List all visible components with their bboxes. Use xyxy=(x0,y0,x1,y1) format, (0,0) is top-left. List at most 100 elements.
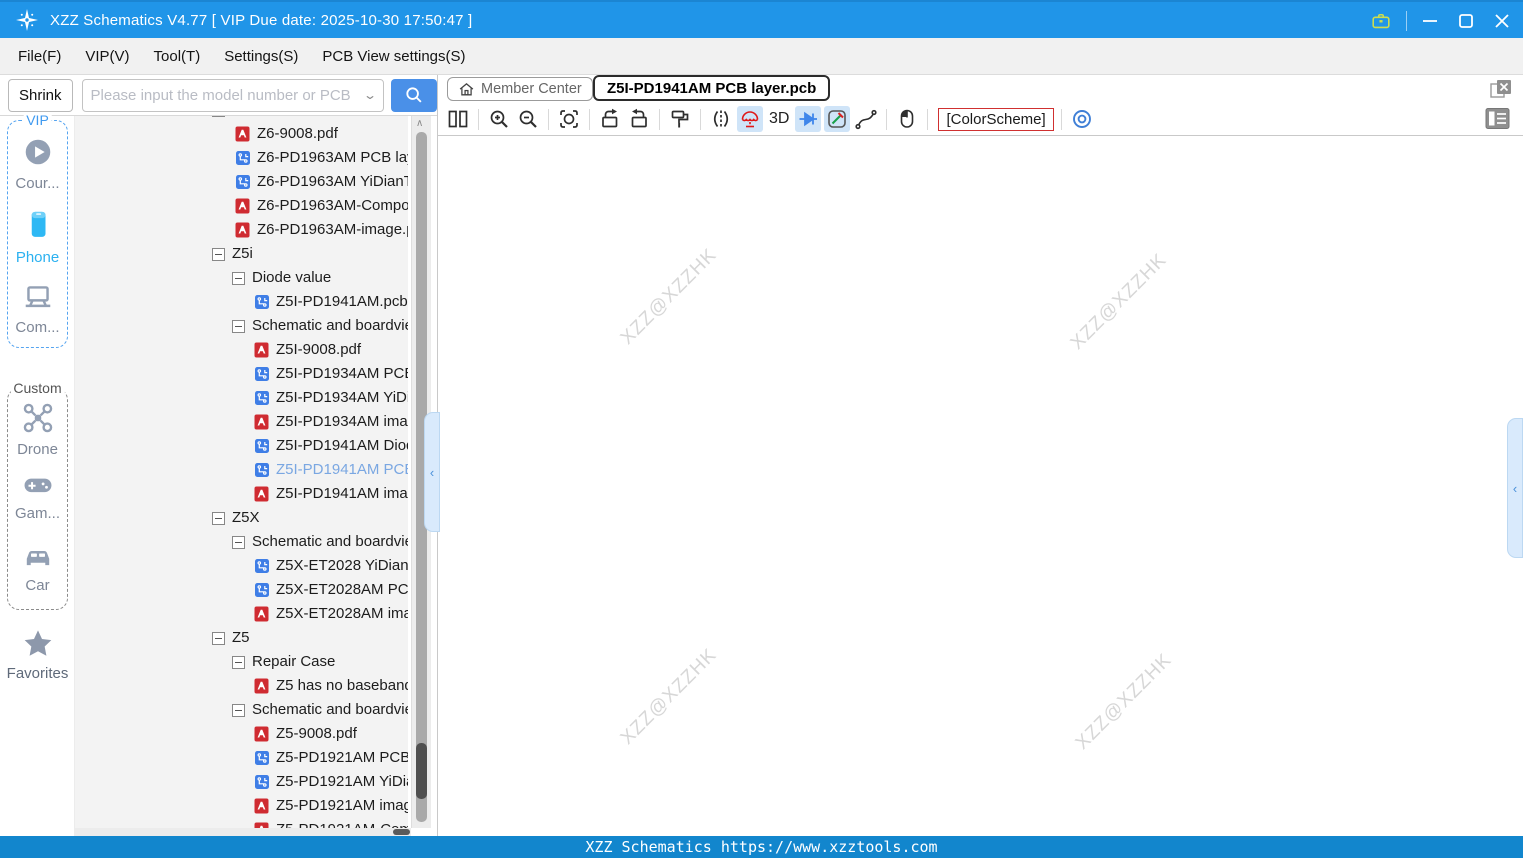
tree-file-z5i-pd1941am-pcb[interactable]: Z5I-PD1941AM.pcb xyxy=(75,291,408,315)
paint-roller-button[interactable] xyxy=(667,106,693,132)
tree-group-z5i[interactable]: Z5i xyxy=(75,243,408,267)
collapse-icon[interactable] xyxy=(212,632,225,645)
tree-file-z6-pd1963am-pcb-layer-pcb[interactable]: Z6-PD1963AM PCB layer.pcb xyxy=(75,147,408,171)
document-tab[interactable]: Z5I-PD1941AM PCB layer.pcb xyxy=(593,75,831,101)
fit-view-button[interactable] xyxy=(556,106,582,132)
scroll-up-icon[interactable]: ∧ xyxy=(416,118,423,129)
tree-file-z5i-pd1941am-pcb-layer-pcb[interactable]: Z5I-PD1941AM PCB layer.pcb xyxy=(75,459,408,483)
tree-file-z5i-pd1934am-image-pdf[interactable]: Z5I-PD1934AM image.pdf xyxy=(75,411,408,435)
sidebar-item-com[interactable]: Com... xyxy=(0,282,75,336)
search-button[interactable] xyxy=(391,78,437,112)
pcb-file-icon xyxy=(254,462,270,483)
license-icon[interactable] xyxy=(1366,6,1396,36)
tree-file-z5x-et2028am-image-pdf[interactable]: Z5X-ET2028AM image.pdf xyxy=(75,603,408,627)
rotate-right-button[interactable] xyxy=(626,106,652,132)
tree-file-z5-pd1921am-pcb-layer-pcb[interactable]: Z5-PD1921AM PCB layer.pcb xyxy=(75,747,408,771)
sidebar-item-label: Drone xyxy=(17,441,58,458)
maximize-button[interactable] xyxy=(1451,6,1481,36)
tree-group-repair-case[interactable]: Repair Case xyxy=(75,651,408,675)
search-input[interactable]: Please input the model number or PCB ⌄ xyxy=(81,78,385,112)
tree-file-z5i-pd1941am-image-pdf[interactable]: Z5I-PD1941AM image.pdf xyxy=(75,483,408,507)
collapse-icon[interactable] xyxy=(212,116,225,117)
tree-group-diode-value[interactable]: Diode value xyxy=(75,267,408,291)
tree-file-label: Z5I-PD1941AM PCB layer.pcb xyxy=(276,461,408,478)
shrink-button[interactable]: Shrink xyxy=(8,78,73,112)
tree-group-z5[interactable]: Z5 xyxy=(75,627,408,651)
sidebar-item-cour[interactable]: Cour... xyxy=(0,136,75,192)
collapse-icon[interactable] xyxy=(232,320,245,333)
collapse-icon[interactable] xyxy=(232,656,245,669)
tree-group-schematic-and-boardview[interactable]: Schematic and boardview xyxy=(75,531,408,555)
collapse-icon[interactable] xyxy=(232,272,245,285)
tree-file-z6-pd1963am-component-explai[interactable]: Z6-PD1963AM-Component explai xyxy=(75,195,408,219)
tree-file-label: Z6-PD1963AM-image.pdf xyxy=(257,221,408,238)
tree-file-z5i-9008-pdf[interactable]: Z5I-9008.pdf xyxy=(75,339,408,363)
tree-group-label: Repair Case xyxy=(252,653,336,670)
hscrollbar-thumb[interactable] xyxy=(393,829,410,835)
scrollbar-thumb[interactable] xyxy=(416,743,427,799)
tree-group-schematic-and-boardview[interactable]: Schematic and boardview xyxy=(75,116,408,123)
collapse-icon[interactable] xyxy=(232,704,245,717)
tree-file-z6-pd1963am-image-pdf[interactable]: Z6-PD1963AM-image.pdf xyxy=(75,219,408,243)
collapse-icon[interactable] xyxy=(212,512,225,525)
sidebar-item-gam[interactable]: Gam... xyxy=(0,472,75,522)
close-document-icon[interactable] xyxy=(1490,79,1512,104)
tree-group-label: Z5i xyxy=(232,245,253,262)
tree-file-label: Z5-PD1921AM image.pdf xyxy=(276,797,408,814)
sidebar-item-drone[interactable]: Drone xyxy=(0,402,75,458)
tree-file-z5-pd1921am-image-pdf[interactable]: Z5-PD1921AM image.pdf xyxy=(75,795,408,819)
pcb-canvas[interactable]: XZZ@XZZHK XZZ@XZZHK XZZ@XZZHK XZZ@XZZHK xyxy=(438,136,1523,836)
menu-item-file[interactable]: File(F) xyxy=(18,48,61,65)
tree-group-z5x[interactable]: Z5X xyxy=(75,507,408,531)
tree-group-schematic-and-boardview[interactable]: Schematic and boardview xyxy=(75,315,408,339)
tree-file-z5x-et2028-yidiantong-old-p[interactable]: Z5X-ET2028 YiDianTong(OLD).p xyxy=(75,555,408,579)
target-circles-button[interactable] xyxy=(1069,106,1095,132)
sidebar-item-phone[interactable]: Phone xyxy=(0,208,75,266)
color-scheme-button[interactable]: [ColorScheme] xyxy=(938,107,1054,131)
tree-file-z5i-pd1934am-yidiantong-pcb[interactable]: Z5I-PD1934AM YiDianTong.pcb xyxy=(75,387,408,411)
tree-file-z5-pd1921am-component-exp[interactable]: Z5-PD1921AM-Component exp xyxy=(75,819,408,828)
layer-list-panel-button[interactable] xyxy=(1485,107,1511,136)
tree-file-z6-pd1963am-yidiantong-pcb[interactable]: Z6-PD1963AM YiDianTong.pcb xyxy=(75,171,408,195)
tree-file-z5i-pd1941am-diode-value-pcb[interactable]: Z5I-PD1941AM Diode value.pcb xyxy=(75,435,408,459)
pcb-file-icon xyxy=(254,582,270,603)
measure-button[interactable] xyxy=(824,106,851,132)
menu-item-pcb-view-settings[interactable]: PCB View settings(S) xyxy=(322,48,465,65)
collapse-left-panel-handle[interactable]: ‹ xyxy=(424,412,440,532)
pdf-file-icon xyxy=(254,342,269,363)
mirror-button[interactable] xyxy=(708,106,734,132)
tree-file-z5i-pd1934am-pcb-layer-pcb[interactable]: Z5I-PD1934AM PCB layer.pcb xyxy=(75,363,408,387)
toolbar-separator xyxy=(548,108,549,130)
menu-item-settings[interactable]: Settings(S) xyxy=(224,48,298,65)
lamp-highlight-button[interactable] xyxy=(737,106,763,132)
collapse-right-panel-handle[interactable]: ‹ xyxy=(1507,418,1523,558)
pcb-file-icon xyxy=(254,558,270,579)
tree-horizontal-scrollbar[interactable] xyxy=(75,828,411,836)
close-button[interactable] xyxy=(1487,6,1517,36)
collapse-icon[interactable] xyxy=(232,536,245,549)
tree-file-label: Z6-9008.pdf xyxy=(257,125,338,142)
zoom-in-button[interactable] xyxy=(486,106,512,132)
tree-file-z5-has-no-baseband-pdf[interactable]: Z5 has no baseband.pdf xyxy=(75,675,408,699)
collapse-icon[interactable] xyxy=(212,248,225,261)
tree-group-schematic-and-boardview[interactable]: Schematic and boardview xyxy=(75,699,408,723)
menu-item-vip[interactable]: VIP(V) xyxy=(85,48,129,65)
tree-group-label: Schematic and boardview xyxy=(232,116,404,118)
chevron-down-icon[interactable]: ⌄ xyxy=(363,88,377,102)
3d-view-button[interactable]: 3D xyxy=(766,110,792,128)
member-center-button[interactable]: Member Center xyxy=(447,77,593,101)
minimize-button[interactable] xyxy=(1415,6,1445,36)
mouse-settings-button[interactable] xyxy=(894,106,920,132)
split-view-button[interactable] xyxy=(445,106,471,132)
zoom-out-button[interactable] xyxy=(515,106,541,132)
sidebar-item-favorites[interactable]: Favorites xyxy=(0,628,75,682)
tree-file-z5x-et2028am-pcb-layer-pcb[interactable]: Z5X-ET2028AM PCB layer.pcb xyxy=(75,579,408,603)
diode-button[interactable] xyxy=(795,106,822,132)
tree-file-z5-9008-pdf[interactable]: Z5-9008.pdf xyxy=(75,723,408,747)
tree-file-z6-9008-pdf[interactable]: Z6-9008.pdf xyxy=(75,123,408,147)
sidebar-item-car[interactable]: Car xyxy=(0,542,75,594)
menu-item-tool[interactable]: Tool(T) xyxy=(154,48,201,65)
tree-file-z5-pd1921am-yidiantong-old[interactable]: Z5-PD1921AM YiDianTong(OLD xyxy=(75,771,408,795)
rotate-left-button[interactable] xyxy=(597,106,623,132)
curve-tool-button[interactable] xyxy=(853,106,879,132)
